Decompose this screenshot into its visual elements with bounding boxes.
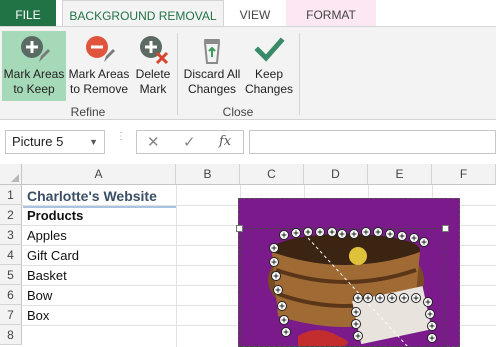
delete-mark-label-1: Delete bbox=[135, 67, 171, 81]
row-header-3[interactable]: 3 bbox=[0, 225, 22, 245]
chevron-down-icon[interactable]: ▼ bbox=[89, 131, 98, 153]
column-header-e[interactable]: E bbox=[368, 164, 432, 185]
keep-changes-button[interactable]: Keep Changes bbox=[243, 31, 295, 101]
mark-remove-label-1: Mark Areas bbox=[68, 67, 130, 81]
tab-file[interactable]: FILE bbox=[0, 0, 56, 26]
keep-marks-layer bbox=[269, 227, 437, 343]
mark-keep-label-1: Mark Areas bbox=[3, 67, 65, 81]
delete-mark-label-2: Mark bbox=[139, 82, 167, 96]
recycle-bin-icon bbox=[203, 39, 221, 64]
cell-a6[interactable]: Bow bbox=[27, 286, 52, 306]
keep-mark-icon[interactable] bbox=[419, 237, 429, 247]
formula-input[interactable] bbox=[249, 130, 496, 154]
keep-mark-icon[interactable] bbox=[351, 307, 361, 317]
row-header-7[interactable]: 7 bbox=[0, 305, 22, 325]
tab-view[interactable]: VIEW bbox=[226, 0, 284, 26]
column-header-c[interactable]: C bbox=[240, 164, 304, 185]
keep-mark-icon[interactable] bbox=[375, 293, 385, 303]
group-divider bbox=[177, 33, 178, 115]
keep-mark-icon[interactable] bbox=[387, 293, 397, 303]
keep-mark-icon[interactable] bbox=[351, 319, 361, 329]
group-label-close: Close bbox=[222, 105, 254, 119]
keep-mark-icon[interactable] bbox=[271, 271, 281, 281]
keep-mark-icon[interactable] bbox=[427, 321, 437, 331]
keep-mark-icon[interactable] bbox=[409, 233, 419, 243]
keep-mark-icon[interactable] bbox=[353, 331, 363, 341]
keep-mark-icon[interactable] bbox=[399, 293, 409, 303]
row-header-1[interactable]: 1 bbox=[0, 185, 22, 205]
keep-mark-icon[interactable] bbox=[277, 301, 287, 311]
keep-mark-icon[interactable] bbox=[269, 243, 279, 253]
name-box[interactable]: Picture 5 ▼ bbox=[5, 130, 105, 154]
ribbon: Mark Areas to Keep Mark Areas to Remove … bbox=[0, 26, 496, 120]
cell-a4[interactable]: Gift Card bbox=[27, 246, 79, 266]
keep-mark-icon[interactable] bbox=[327, 227, 337, 237]
keep-mark-icon[interactable] bbox=[269, 257, 279, 267]
drag-handle-icon[interactable]: ⋮ bbox=[116, 132, 126, 150]
cell-a1[interactable]: Charlotte's Website bbox=[27, 186, 157, 206]
keep-mark-icon[interactable] bbox=[279, 315, 289, 325]
keep-mark-icon[interactable] bbox=[279, 230, 289, 240]
cell-a2[interactable]: Products bbox=[27, 206, 83, 226]
circle-x-icon bbox=[140, 36, 169, 65]
mark-keep-label-2: to Keep bbox=[13, 82, 55, 96]
checkmark-icon bbox=[254, 37, 285, 62]
column-header-d[interactable]: D bbox=[304, 164, 368, 185]
gridline bbox=[176, 185, 177, 347]
cell-a3[interactable]: Apples bbox=[27, 226, 67, 246]
keep-mark-icon[interactable] bbox=[425, 309, 435, 319]
keep-mark-icon[interactable] bbox=[397, 231, 407, 241]
keep-mark-icon[interactable] bbox=[337, 229, 347, 239]
group-label-refine: Refine bbox=[70, 105, 106, 119]
keep-mark-icon[interactable] bbox=[303, 227, 313, 237]
keep-mark-icon[interactable] bbox=[281, 327, 291, 337]
keep-mark-icon[interactable] bbox=[385, 229, 395, 239]
keep-mark-icon[interactable] bbox=[373, 227, 383, 237]
row-header-2[interactable]: 2 bbox=[0, 205, 22, 225]
keep-mark-icon[interactable] bbox=[411, 293, 421, 303]
mark-remove-label-2: to Remove bbox=[69, 82, 129, 96]
keep-mark-icon[interactable] bbox=[363, 293, 373, 303]
ribbon-tabs: FILE BACKGROUND REMOVAL VIEW FORMAT bbox=[0, 0, 496, 26]
keep-mark-icon[interactable] bbox=[315, 227, 325, 237]
formula-buttons: ✕ ✓ fx bbox=[136, 130, 244, 154]
plus-circle-pencil-icon bbox=[21, 36, 50, 62]
enter-icon[interactable]: ✓ bbox=[183, 133, 196, 151]
cancel-icon[interactable]: ✕ bbox=[147, 133, 160, 151]
delete-mark-button[interactable]: Delete Mark bbox=[131, 31, 175, 101]
keep-mark-icon[interactable] bbox=[353, 293, 363, 303]
select-all-corner[interactable] bbox=[0, 164, 22, 185]
column-header-f[interactable]: F bbox=[432, 164, 496, 185]
keep-mark-icon[interactable] bbox=[273, 285, 283, 295]
cell-a7[interactable]: Box bbox=[27, 306, 49, 326]
keep-mark-icon[interactable] bbox=[361, 227, 371, 237]
keep-mark-icon[interactable] bbox=[427, 333, 437, 343]
keep-label-1: Keep bbox=[254, 67, 284, 81]
tab-format[interactable]: FORMAT bbox=[286, 0, 376, 26]
keep-mark-icon[interactable] bbox=[349, 229, 359, 239]
discard-label-2: Changes bbox=[187, 82, 237, 96]
group-divider bbox=[299, 33, 300, 115]
formula-bar: Picture 5 ▼ ⋮ ✕ ✓ fx bbox=[0, 120, 496, 164]
discard-all-changes-button[interactable]: Discard All Changes bbox=[181, 31, 243, 101]
tab-background-removal[interactable]: BACKGROUND REMOVAL bbox=[62, 0, 224, 26]
row-header-8[interactable]: 8 bbox=[0, 325, 22, 345]
cell-a5[interactable]: Basket bbox=[27, 266, 67, 286]
keep-label-2: Changes bbox=[244, 82, 294, 96]
mark-areas-to-remove-button[interactable]: Mark Areas to Remove bbox=[67, 31, 131, 101]
column-header-b[interactable]: B bbox=[176, 164, 240, 185]
row-header-5[interactable]: 5 bbox=[0, 265, 22, 285]
mark-areas-to-keep-button[interactable]: Mark Areas to Keep bbox=[2, 31, 66, 101]
column-header-a[interactable]: A bbox=[22, 164, 176, 185]
row-header-4[interactable]: 4 bbox=[0, 245, 22, 265]
minus-circle-pencil-icon bbox=[86, 36, 115, 62]
row-header-6[interactable]: 6 bbox=[0, 285, 22, 305]
insert-function-icon[interactable]: fx bbox=[219, 134, 231, 149]
keep-mark-icon[interactable] bbox=[291, 228, 301, 238]
discard-label-1: Discard All bbox=[183, 67, 241, 81]
keep-mark-icon[interactable] bbox=[423, 297, 433, 307]
title-underline bbox=[23, 206, 176, 208]
name-box-value: Picture 5 bbox=[12, 134, 64, 149]
